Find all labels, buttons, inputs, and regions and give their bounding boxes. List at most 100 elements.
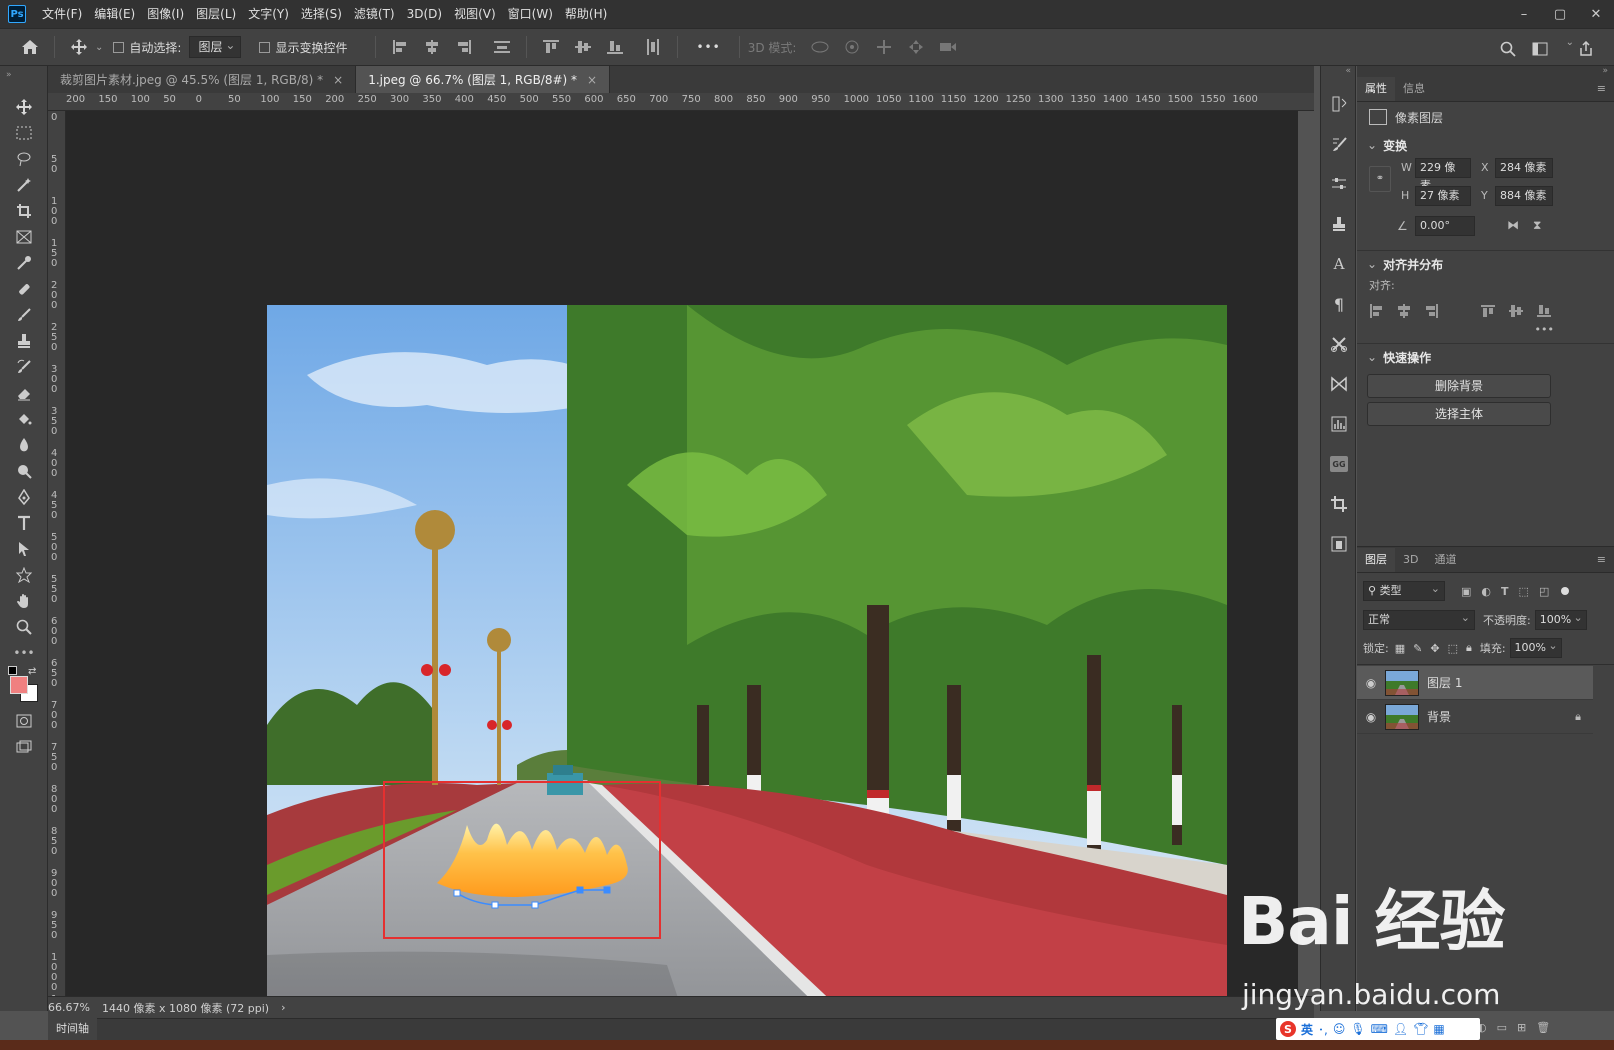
default-colors-icon[interactable] bbox=[8, 666, 17, 675]
quick-mask-icon[interactable] bbox=[0, 708, 48, 734]
paint-bucket-tool-icon[interactable] bbox=[0, 406, 48, 432]
width-field[interactable]: 229 像素 bbox=[1415, 158, 1471, 192]
history-icon[interactable] bbox=[1321, 84, 1357, 124]
close-icon[interactable]: × bbox=[587, 73, 597, 87]
align-vcenter-icon[interactable] bbox=[1509, 304, 1523, 318]
emoji-icon[interactable]: ☺ bbox=[1333, 1022, 1346, 1036]
more-options-button[interactable]: ••• bbox=[696, 40, 720, 54]
tool-presets-icon[interactable] bbox=[1321, 324, 1357, 364]
frame-tool-icon[interactable] bbox=[0, 224, 48, 250]
3d-roll-icon[interactable] bbox=[840, 35, 864, 59]
more-tools-icon[interactable]: ••• bbox=[0, 640, 48, 666]
menu-file[interactable]: 文件(F) bbox=[36, 0, 88, 28]
document-image[interactable] bbox=[267, 305, 1227, 996]
panel-menu-icon[interactable]: ≡ bbox=[1597, 82, 1606, 95]
trash-icon[interactable]: 🗑︎ bbox=[1536, 1021, 1550, 1034]
timeline-tab[interactable]: 时间轴 bbox=[48, 1018, 97, 1040]
tab-crop-source[interactable]: 裁剪图片素材.jpeg @ 45.5% (图层 1, RGB/8) * × bbox=[48, 66, 357, 93]
remove-background-button[interactable]: 删除背景 bbox=[1367, 374, 1551, 398]
align-left-icon[interactable] bbox=[388, 35, 412, 59]
flip-horizontal-icon[interactable]: ⧓ bbox=[1507, 218, 1519, 232]
punctuation-icon[interactable]: ･, bbox=[1318, 1021, 1328, 1038]
eye-icon[interactable]: ◉ bbox=[1357, 710, 1385, 724]
align-top-icon[interactable] bbox=[539, 35, 563, 59]
menu-edit[interactable]: 编辑(E) bbox=[88, 0, 141, 28]
menu-type[interactable]: 文字(Y) bbox=[242, 0, 295, 28]
align-right-icon[interactable] bbox=[452, 35, 476, 59]
menu-help[interactable]: 帮助(H) bbox=[559, 0, 613, 28]
eyedropper-tool-icon[interactable] bbox=[0, 250, 48, 276]
eraser-tool-icon[interactable] bbox=[0, 380, 48, 406]
distribute-vertical-icon[interactable] bbox=[490, 35, 514, 59]
lock-artboard-icon[interactable]: ⬚ bbox=[1448, 642, 1458, 655]
status-menu-arrow[interactable]: › bbox=[281, 1001, 285, 1014]
history-brush-tool-icon[interactable] bbox=[0, 354, 48, 380]
menu-image[interactable]: 图像(I) bbox=[141, 0, 190, 28]
glyphs-icon[interactable]: GG bbox=[1321, 444, 1357, 484]
move-tool-icon[interactable] bbox=[0, 94, 48, 120]
3d-camera-icon[interactable] bbox=[936, 35, 960, 59]
lasso-tool-icon[interactable] bbox=[0, 146, 48, 172]
menu-select[interactable]: 选择(S) bbox=[295, 0, 348, 28]
foreground-color-swatch[interactable] bbox=[10, 676, 28, 694]
home-icon[interactable] bbox=[18, 35, 42, 59]
align-hcenter-icon[interactable] bbox=[1397, 304, 1411, 318]
brush-tool-icon[interactable] bbox=[0, 302, 48, 328]
custom-shape-tool-icon[interactable] bbox=[0, 562, 48, 588]
auto-select-checkbox[interactable] bbox=[113, 41, 125, 53]
crop-tool-icon[interactable] bbox=[0, 198, 48, 224]
angle-field[interactable]: 0.00° bbox=[1415, 216, 1475, 236]
path-selection-tool-icon[interactable] bbox=[0, 536, 48, 562]
align-bottom-icon[interactable] bbox=[603, 35, 627, 59]
clone-source-icon[interactable] bbox=[1321, 204, 1357, 244]
align-right-icon[interactable] bbox=[1425, 304, 1439, 318]
character-icon[interactable]: A bbox=[1321, 244, 1357, 284]
tab-channels[interactable]: 通道 bbox=[1426, 548, 1464, 572]
minimize-button[interactable]: – bbox=[1506, 0, 1542, 28]
tab-3d[interactable]: 3D bbox=[1395, 548, 1426, 572]
paths-icon[interactable] bbox=[1321, 364, 1357, 404]
blend-mode-dropdown[interactable]: 正常 ⌄ bbox=[1363, 610, 1475, 630]
filter-adjustment-icon[interactable]: ◐ bbox=[1481, 585, 1491, 598]
layer-row[interactable]: ◉ 图层 1 bbox=[1357, 666, 1593, 700]
new-group-icon[interactable]: ▭ bbox=[1497, 1021, 1507, 1034]
distribute-horizontal-icon[interactable] bbox=[641, 35, 665, 59]
move-tool-preset-icon[interactable] bbox=[67, 35, 91, 59]
microphone-icon[interactable]: 🎙︎ bbox=[1350, 1022, 1365, 1036]
tab-properties[interactable]: 属性 bbox=[1357, 77, 1395, 101]
align-vcenter-icon[interactable] bbox=[571, 35, 595, 59]
menu-3d[interactable]: 3D(D) bbox=[401, 0, 448, 28]
chevron-down-icon[interactable]: ⌄ bbox=[95, 42, 103, 53]
zoom-level[interactable]: 66.67% bbox=[48, 1001, 100, 1014]
screen-mode-icon[interactable] bbox=[0, 734, 48, 760]
show-transform-checkbox[interactable] bbox=[259, 41, 271, 53]
lock-position-icon[interactable]: ✥ bbox=[1430, 642, 1439, 655]
workspace-icon[interactable] bbox=[1528, 37, 1552, 61]
transform-section-header[interactable]: ⌄ 变换 bbox=[1357, 132, 1614, 158]
lock-transparent-icon[interactable]: ▦ bbox=[1395, 642, 1405, 655]
lock-image-icon[interactable]: ✎ bbox=[1413, 642, 1422, 655]
maximize-button[interactable]: ▢ bbox=[1542, 0, 1578, 28]
tab-layers[interactable]: 图层 bbox=[1357, 548, 1395, 572]
filter-toggle-icon[interactable] bbox=[1561, 587, 1570, 595]
close-icon[interactable]: × bbox=[333, 73, 343, 87]
align-top-icon[interactable] bbox=[1481, 304, 1495, 318]
panel-menu-icon[interactable]: ≡ bbox=[1597, 553, 1606, 566]
align-more-button[interactable]: ••• bbox=[1357, 323, 1614, 343]
align-hcenter-icon[interactable] bbox=[420, 35, 444, 59]
filter-type-icon[interactable]: T bbox=[1501, 585, 1509, 598]
tab-1-jpeg[interactable]: 1.jpeg @ 66.7% (图层 1, RGB/8#) * × bbox=[356, 66, 611, 93]
ime-language-toggle[interactable]: 英 bbox=[1301, 1021, 1313, 1038]
pen-tool-icon[interactable] bbox=[0, 484, 48, 510]
crop-panel-icon[interactable] bbox=[1321, 484, 1357, 524]
align-section-header[interactable]: ⌄ 对齐并分布 bbox=[1357, 251, 1614, 277]
select-subject-button[interactable]: 选择主体 bbox=[1367, 402, 1551, 426]
quick-actions-header[interactable]: ⌄ 快速操作 bbox=[1357, 344, 1614, 370]
chevron-down-icon[interactable]: ⌄ bbox=[1566, 37, 1574, 48]
collapse-toolbar-icon[interactable]: » bbox=[0, 66, 47, 94]
swap-colors-icon[interactable]: ⇄ bbox=[28, 666, 36, 677]
menu-filter[interactable]: 滤镜(T) bbox=[348, 0, 401, 28]
layer-name[interactable]: 图层 1 bbox=[1427, 674, 1462, 691]
3d-orbit-icon[interactable] bbox=[808, 35, 832, 59]
blur-tool-icon[interactable] bbox=[0, 432, 48, 458]
